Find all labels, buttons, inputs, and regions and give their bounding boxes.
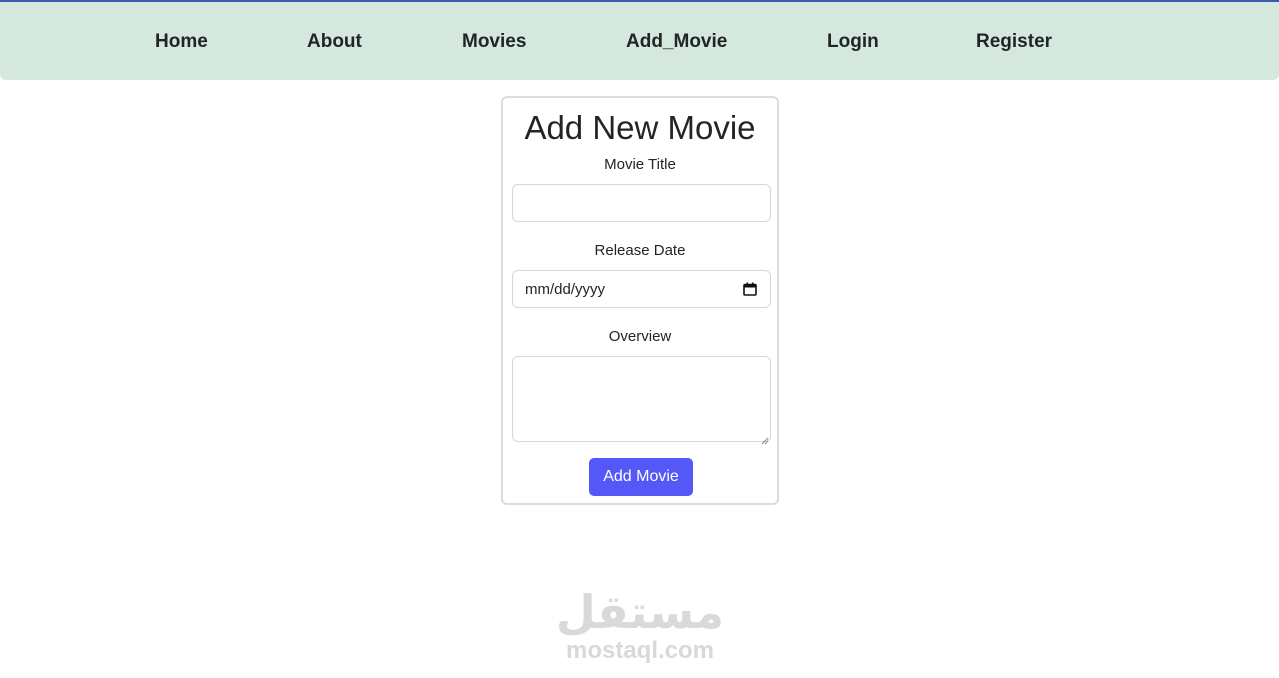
- nav-link-login[interactable]: Login: [827, 31, 879, 53]
- nav-link-about[interactable]: About: [307, 31, 362, 53]
- movie-title-input[interactable]: [512, 184, 771, 222]
- nav-link-register[interactable]: Register: [976, 31, 1052, 53]
- overview-wrapper: [512, 356, 771, 445]
- watermark-logo: مستقل mostaql.com: [540, 586, 740, 664]
- nav-link-movies[interactable]: Movies: [462, 31, 526, 53]
- navbar: Home About Movies Add_Movie Login Regist…: [0, 0, 1279, 80]
- watermark-arabic: مستقل: [555, 585, 725, 639]
- release-date-label: Release Date: [594, 242, 686, 259]
- release-date-input[interactable]: mm/dd/yyyy: [512, 270, 771, 308]
- calendar-icon[interactable]: [743, 282, 757, 296]
- add-movie-button[interactable]: Add Movie: [589, 458, 693, 496]
- watermark-latin: mostaql.com: [565, 637, 715, 664]
- movie-title-label: Movie Title: [604, 156, 676, 173]
- overview-label: Overview: [608, 328, 672, 345]
- resize-grip-icon[interactable]: [761, 432, 769, 445]
- nav-link-add-movie[interactable]: Add_Movie: [626, 31, 727, 53]
- form-title: Add New Movie: [524, 109, 756, 146]
- add-movie-form: Add New Movie Movie Title Release Date m…: [501, 96, 779, 505]
- nav-link-home[interactable]: Home: [155, 31, 208, 53]
- release-date-placeholder: mm/dd/yyyy: [525, 280, 606, 298]
- overview-textarea[interactable]: [512, 356, 771, 442]
